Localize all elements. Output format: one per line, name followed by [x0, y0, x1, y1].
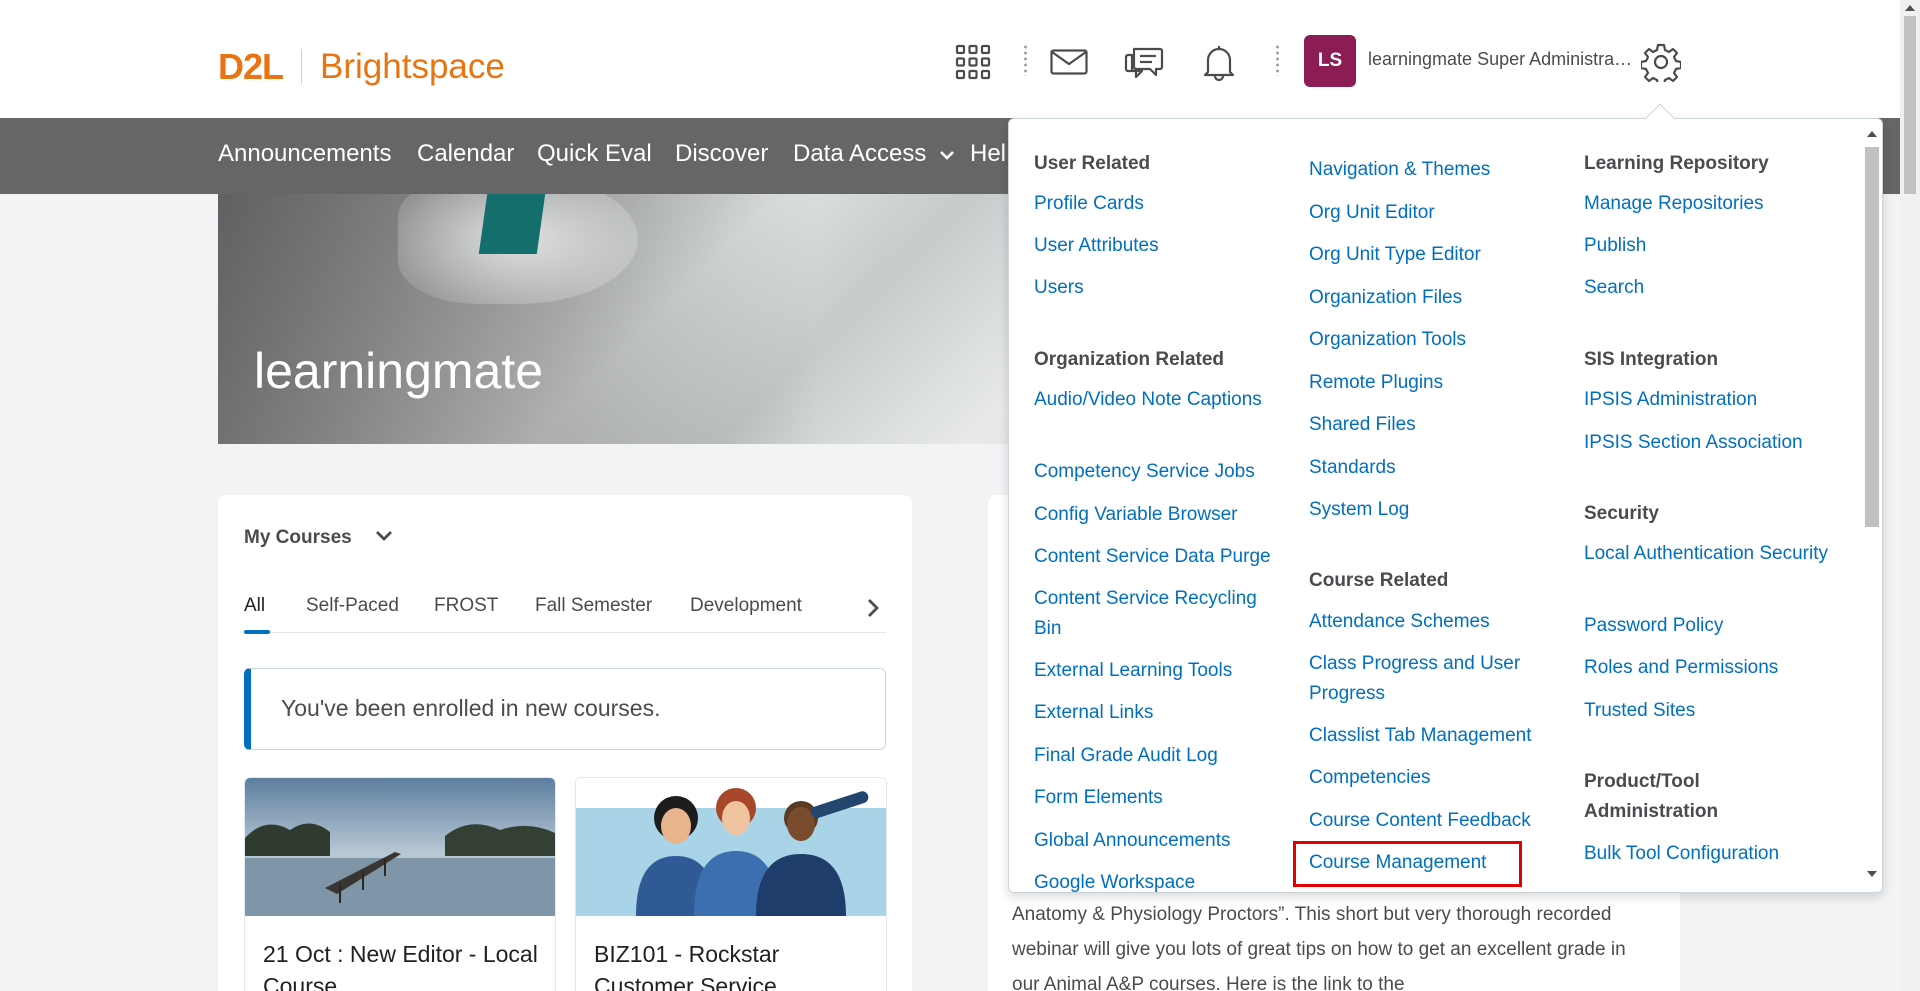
- course-tabs: All Self-Paced FROST Fall Semester Devel…: [244, 595, 886, 634]
- alert-text: You've been enrolled in new courses.: [281, 695, 661, 721]
- link-global-announcements[interactable]: Global Announcements: [1034, 826, 1230, 856]
- course-card[interactable]: BIZ101 - Rockstar Customer Service: [575, 777, 887, 991]
- link-publish[interactable]: Publish: [1584, 231, 1646, 261]
- d2l-brightspace-logo[interactable]: D2L Brightspace: [218, 46, 505, 88]
- chevron-right-icon[interactable]: [866, 597, 880, 624]
- link-trusted-sites[interactable]: Trusted Sites: [1584, 696, 1695, 726]
- tab-development[interactable]: Development: [690, 595, 802, 617]
- tab-fall-semester[interactable]: Fall Semester: [535, 595, 652, 617]
- logo-brand: D2L: [218, 46, 284, 87]
- avatar[interactable]: LS: [1304, 35, 1356, 87]
- product-tool-administration-heading: Product/Tool Administration: [1584, 771, 1719, 822]
- header-divider: [1276, 44, 1279, 76]
- nav-quick-eval[interactable]: Quick Eval: [537, 140, 652, 168]
- link-content-service-recycling-bin[interactable]: Content Service Recycling Bin: [1034, 584, 1284, 644]
- course-name[interactable]: 21 Oct : New Editor - Local Course: [263, 938, 543, 991]
- link-local-authentication-security[interactable]: Local Authentication Security: [1584, 539, 1834, 569]
- link-roles-and-permissions[interactable]: Roles and Permissions: [1584, 653, 1778, 683]
- nav-data-access[interactable]: Data Access: [793, 140, 955, 168]
- page-scrollbar[interactable]: [1900, 0, 1920, 991]
- link-profile-cards[interactable]: Profile Cards: [1034, 189, 1144, 219]
- scroll-up-arrow-icon[interactable]: [1905, 5, 1915, 11]
- news-text: Anatomy & Physiology Proctors”. This sho…: [1012, 904, 1626, 991]
- nav-calendar[interactable]: Calendar: [417, 140, 514, 168]
- tab-all[interactable]: All: [244, 595, 265, 617]
- link-shared-files[interactable]: Shared Files: [1309, 410, 1416, 440]
- link-external-learning-tools[interactable]: External Learning Tools: [1034, 656, 1232, 686]
- my-courses-title: My Courses: [244, 527, 352, 548]
- top-header: D2L Brightspace LS learningmate Super Ad…: [0, 0, 1900, 118]
- gear-icon[interactable]: [1641, 42, 1681, 82]
- scroll-down-arrow-icon[interactable]: [1867, 871, 1877, 877]
- course-card[interactable]: 21 Oct : New Editor - Local Course: [244, 777, 556, 991]
- link-course-content-feedback[interactable]: Course Content Feedback: [1309, 806, 1531, 836]
- tab-self-paced[interactable]: Self-Paced: [306, 595, 399, 617]
- link-navigation-themes[interactable]: Navigation & Themes: [1309, 155, 1490, 185]
- link-standards[interactable]: Standards: [1309, 453, 1396, 483]
- link-ipsis-section-association[interactable]: IPSIS Section Association: [1584, 428, 1803, 458]
- bell-icon[interactable]: [1199, 42, 1239, 82]
- waffle-icon[interactable]: [953, 42, 993, 82]
- active-tab-indicator: [244, 630, 270, 634]
- admin-tools-dropdown: User Related Profile Cards User Attribut…: [1008, 118, 1883, 893]
- link-class-progress[interactable]: Class Progress and User Progress: [1309, 649, 1559, 709]
- organization-related-heading: Organization Related: [1034, 349, 1225, 370]
- link-classlist-tab-management[interactable]: Classlist Tab Management: [1309, 721, 1531, 751]
- tab-frost[interactable]: FROST: [434, 595, 498, 617]
- banner-image-object: [478, 194, 546, 254]
- banner-title: learningmate: [254, 343, 544, 399]
- course-image-lake: [245, 778, 555, 916]
- link-competency-service-jobs[interactable]: Competency Service Jobs: [1034, 457, 1255, 487]
- learning-repository-heading: Learning Repository: [1584, 153, 1769, 174]
- nav-discover[interactable]: Discover: [675, 140, 768, 168]
- username-label[interactable]: learningmate Super Administra…: [1368, 49, 1632, 70]
- link-org-unit-editor[interactable]: Org Unit Editor: [1309, 198, 1435, 228]
- course-name[interactable]: BIZ101 - Rockstar Customer Service: [594, 938, 874, 991]
- course-management-highlight: [1293, 841, 1522, 887]
- logo-divider: [301, 49, 303, 85]
- course-image-team: [576, 778, 886, 916]
- chevron-down-icon[interactable]: [374, 529, 394, 548]
- link-password-policy[interactable]: Password Policy: [1584, 611, 1723, 641]
- scrollbar-thumb[interactable]: [1904, 16, 1916, 194]
- link-user-attributes[interactable]: User Attributes: [1034, 231, 1159, 261]
- enrollment-alert: You've been enrolled in new courses.: [244, 668, 886, 750]
- link-google-workspace[interactable]: Google Workspace: [1034, 868, 1195, 892]
- nav-data-access-label: Data Access: [793, 140, 927, 167]
- link-org-unit-type-editor[interactable]: Org Unit Type Editor: [1309, 240, 1481, 270]
- mail-icon[interactable]: [1049, 42, 1089, 82]
- dropdown-scrollbar-thumb[interactable]: [1865, 147, 1879, 527]
- course-related-heading: Course Related: [1309, 570, 1449, 591]
- link-attendance-schemes[interactable]: Attendance Schemes: [1309, 607, 1490, 637]
- link-competencies[interactable]: Competencies: [1309, 763, 1430, 793]
- link-final-grade-audit-log[interactable]: Final Grade Audit Log: [1034, 741, 1218, 771]
- nav-help[interactable]: Hel: [970, 140, 1006, 168]
- link-organization-tools[interactable]: Organization Tools: [1309, 325, 1466, 355]
- link-external-links[interactable]: External Links: [1034, 698, 1153, 728]
- link-audio-video-note-captions[interactable]: Audio/Video Note Captions: [1034, 385, 1284, 415]
- link-bulk-tool-configuration[interactable]: Bulk Tool Configuration: [1584, 839, 1779, 869]
- link-form-elements[interactable]: Form Elements: [1034, 783, 1163, 813]
- link-users[interactable]: Users: [1034, 273, 1084, 303]
- logo-product: Brightspace: [320, 47, 505, 86]
- link-content-service-data-purge[interactable]: Content Service Data Purge: [1034, 542, 1271, 572]
- link-manage-repositories[interactable]: Manage Repositories: [1584, 189, 1764, 219]
- my-courses-widget: My Courses All Self-Paced FROST Fall Sem…: [218, 495, 912, 991]
- link-system-log[interactable]: System Log: [1309, 495, 1409, 525]
- scroll-up-arrow-icon[interactable]: [1867, 131, 1877, 137]
- user-related-heading: User Related: [1034, 153, 1151, 174]
- sis-integration-heading: SIS Integration: [1584, 349, 1719, 370]
- chevron-down-icon: [940, 151, 954, 160]
- link-ipsis-administration[interactable]: IPSIS Administration: [1584, 385, 1757, 415]
- link-search[interactable]: Search: [1584, 273, 1644, 303]
- security-heading: Security: [1584, 503, 1659, 524]
- link-remote-plugins[interactable]: Remote Plugins: [1309, 368, 1443, 398]
- dropdown-scrollbar[interactable]: [1860, 119, 1882, 892]
- link-config-variable-browser[interactable]: Config Variable Browser: [1034, 500, 1237, 530]
- link-organization-files[interactable]: Organization Files: [1309, 283, 1462, 313]
- header-divider: [1024, 44, 1027, 76]
- nav-announcements[interactable]: Announcements: [218, 140, 391, 168]
- chat-icon[interactable]: [1124, 42, 1164, 82]
